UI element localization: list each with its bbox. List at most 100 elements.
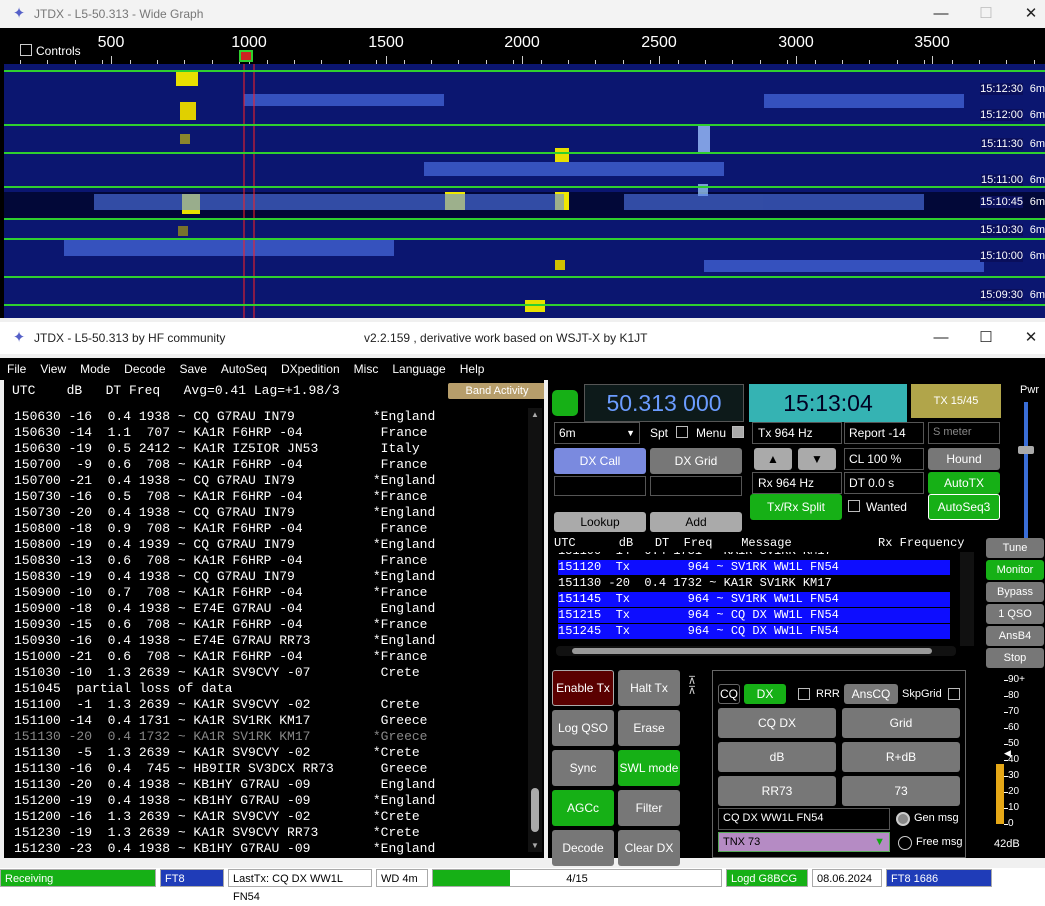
log-line[interactable]: 150630 -19 0.5 2412 ~ KA1R IZ5IOR JN53 I… xyxy=(14,441,420,457)
rx-list-scrollbar[interactable] xyxy=(960,552,974,646)
lookup-button[interactable]: Lookup xyxy=(554,512,646,532)
menu-item[interactable]: File xyxy=(0,362,33,376)
hound-button[interactable]: Hound xyxy=(928,448,1000,470)
log-line[interactable]: 151230 -19 1.3 2639 ~ KA1R SV9CVY RR73 *… xyxy=(14,825,420,841)
side-button-tune[interactable]: Tune xyxy=(986,538,1044,558)
log-line[interactable]: 151130 -16 0.4 745 ~ HB9IIR SV3DCX RR73 … xyxy=(14,761,427,777)
msg-button-4[interactable]: RR73 xyxy=(718,776,836,806)
scroll-down-icon[interactable]: ▼ xyxy=(531,841,539,850)
log-line[interactable]: 151000 -21 0.6 708 ~ KA1R F6HRP -04 *Fra… xyxy=(14,649,427,665)
autotx-button[interactable]: AutoTX xyxy=(928,472,1000,494)
rx-frequency-list[interactable]: 151100 -14 0.4 1731 ~ KA1R SV1RK KM17151… xyxy=(556,552,956,646)
dx-call-input[interactable] xyxy=(554,476,646,496)
side-button-stop[interactable]: Stop xyxy=(986,648,1044,668)
log-line[interactable]: 151200 -19 0.4 1938 ~ KB1HY G7RAU -09 *E… xyxy=(14,793,435,809)
side-button-monitor[interactable]: Monitor xyxy=(986,560,1044,580)
s-meter-field[interactable]: S meter xyxy=(928,422,1000,444)
txrx-split-button[interactable]: Tx/Rx Split xyxy=(750,494,842,520)
menu-item[interactable]: Decode xyxy=(117,362,172,376)
rx-frequency-spinbox[interactable]: Rx 964 Hz xyxy=(752,472,842,494)
log-line[interactable]: 151030 -10 1.3 2639 ~ KA1R SV9CVY -07 Cr… xyxy=(14,665,420,681)
dial-frequency[interactable]: 50.313 000 xyxy=(584,384,744,422)
maximize-button[interactable]: ☐ xyxy=(963,0,1009,28)
log-line[interactable]: 151100 -1 1.3 2639 ~ KA1R SV9CVY -02 Cre… xyxy=(14,697,420,713)
halt-tx-button[interactable]: Halt Tx xyxy=(618,670,680,706)
dx-grid-button[interactable]: DX Grid xyxy=(650,448,742,474)
rx-frequency-line[interactable]: 151120 Tx 964 ~ SV1RK WW1L FN54 xyxy=(558,560,950,575)
log-line[interactable]: 150730 -16 0.5 708 ~ KA1R F6HRP -04 *Fra… xyxy=(14,489,427,505)
log-line[interactable]: 150830 -19 0.4 1938 ~ CQ G7RAU IN79 *Eng… xyxy=(14,569,435,585)
rx-list-hscrollbar[interactable] xyxy=(556,646,956,656)
log-line[interactable]: 151045 partial loss of data xyxy=(14,681,232,697)
dx-button[interactable]: DX xyxy=(744,684,786,704)
decode-button[interactable]: Decode xyxy=(552,830,614,866)
log-line[interactable]: 150730 -20 0.4 1938 ~ CQ G7RAU IN79 *Eng… xyxy=(14,505,435,521)
close-button[interactable]: ✕ xyxy=(1008,324,1045,352)
tx-down-button[interactable]: ▼ xyxy=(798,448,836,470)
band-activity-panel[interactable]: UTC dB DT Freq Avg=0.41 Lag=+1.98/3 Band… xyxy=(4,380,544,858)
power-slider[interactable] xyxy=(1024,402,1028,552)
gen-msg-radio[interactable] xyxy=(896,812,910,826)
dx-grid-input[interactable] xyxy=(650,476,742,496)
wanted-checkbox[interactable] xyxy=(848,500,860,512)
filter-button[interactable]: Filter xyxy=(618,790,680,826)
log-line[interactable]: 150930 -15 0.6 708 ~ KA1R F6HRP -04 *Fra… xyxy=(14,617,427,633)
scroll-up-icon[interactable]: ▲ xyxy=(531,410,539,419)
tx-up-button[interactable]: ▲ xyxy=(754,448,792,470)
clear-dx-button[interactable]: Clear DX xyxy=(618,830,680,866)
log-line[interactable]: 150830 -13 0.6 708 ~ KA1R F6HRP -04 Fran… xyxy=(14,553,427,569)
scroll-thumb[interactable] xyxy=(531,788,539,832)
log-line[interactable]: 150630 -16 0.4 1938 ~ CQ G7RAU IN79 *Eng… xyxy=(14,409,435,425)
free-msg-radio[interactable] xyxy=(898,836,912,850)
log-line[interactable]: 151130 -20 0.4 1732 ~ KA1R SV1RK KM17 *G… xyxy=(14,729,427,745)
log-line[interactable]: 151200 -16 1.3 2639 ~ KA1R SV9CVY -02 *C… xyxy=(14,809,420,825)
msg-button-3[interactable]: R+dB xyxy=(842,742,960,772)
close-button[interactable]: ✕ xyxy=(1008,0,1045,28)
minimize-button[interactable]: — xyxy=(918,0,964,28)
collapse-arrows-icon[interactable]: ⊼ ⊼ xyxy=(688,676,696,697)
menu-item[interactable]: Mode xyxy=(73,362,117,376)
side-button-ansb4[interactable]: AnsB4 xyxy=(986,626,1044,646)
enable-tx-button[interactable]: Enable Tx xyxy=(552,670,614,706)
menu-item[interactable]: Misc xyxy=(347,362,386,376)
menu-item[interactable]: DXpedition xyxy=(274,362,347,376)
tx-frequency-spinbox[interactable]: Tx 964 Hz xyxy=(752,422,842,444)
maximize-button[interactable]: ☐ xyxy=(963,324,1009,352)
swl-mode-button[interactable]: SWL mode xyxy=(618,750,680,786)
tx-period-button[interactable]: TX 15/45 xyxy=(911,384,1001,418)
log-line[interactable]: 151100 -14 0.4 1731 ~ KA1R SV1RK KM17 Gr… xyxy=(14,713,427,729)
report-spinbox[interactable]: Report -14 xyxy=(844,422,924,444)
log-line[interactable]: 151130 -20 0.4 1938 ~ KB1HY G7RAU -09 En… xyxy=(14,777,435,793)
spt-checkbox[interactable] xyxy=(676,426,688,438)
sync-button[interactable]: Sync xyxy=(552,750,614,786)
tx-frequency-marker[interactable] xyxy=(239,50,253,62)
log-line[interactable]: 150630 -14 1.1 707 ~ KA1R F6HRP -04 Fran… xyxy=(14,425,427,441)
log-line[interactable]: 150930 -16 0.4 1938 ~ E74E G7RAU RR73 *E… xyxy=(14,633,435,649)
rx-frequency-line[interactable]: 151145 Tx 964 ~ SV1RK WW1L FN54 xyxy=(558,592,950,607)
menu-item[interactable]: AutoSeq xyxy=(214,362,274,376)
hscroll-thumb[interactable] xyxy=(572,648,932,654)
menu-item[interactable]: Language xyxy=(385,362,452,376)
log-line[interactable]: 150700 -9 0.6 708 ~ KA1R F6HRP -04 Franc… xyxy=(14,457,427,473)
band-activity-button[interactable]: Band Activity xyxy=(448,383,544,399)
free-msg-select[interactable]: TNX 73 ▼ xyxy=(718,832,890,852)
cq-button[interactable]: CQ xyxy=(718,684,740,704)
gen-msg-input[interactable]: CQ DX WW1L FN54 xyxy=(718,808,890,830)
msg-button-0[interactable]: CQ DX xyxy=(718,708,836,738)
band-select[interactable]: 6m ▼ xyxy=(554,422,640,444)
rx-frequency-line[interactable]: 151215 Tx 964 ~ CQ DX WW1L FN54 xyxy=(558,608,950,623)
log-line[interactable]: 150900 -10 0.7 708 ~ KA1R F6HRP -04 *Fra… xyxy=(14,585,427,601)
menu-item[interactable]: View xyxy=(33,362,73,376)
band-activity-scrollbar[interactable]: ▲ ▼ xyxy=(528,408,542,852)
rx-frequency-line[interactable]: 151100 -14 0.4 1731 ~ KA1R SV1RK KM17 xyxy=(558,552,950,559)
log-line[interactable]: 150700 -21 0.4 1938 ~ CQ G7RAU IN79 *Eng… xyxy=(14,473,435,489)
log-line[interactable]: 150800 -19 0.4 1939 ~ CQ G7RAU IN79 *Eng… xyxy=(14,537,435,553)
msg-button-5[interactable]: 73 xyxy=(842,776,960,806)
msg-button-2[interactable]: dB xyxy=(718,742,836,772)
autoseq3-button[interactable]: AutoSeq3 xyxy=(928,494,1000,520)
log-line[interactable]: 150900 -18 0.4 1938 ~ E74E G7RAU -04 Eng… xyxy=(14,601,435,617)
rx-frequency-line[interactable]: 151245 Tx 964 ~ CQ DX WW1L FN54 xyxy=(558,624,950,639)
log-line[interactable]: 151230 -23 0.4 1938 ~ KB1HY G7RAU -09 *E… xyxy=(14,841,435,857)
add-button[interactable]: Add xyxy=(650,512,742,532)
log-line[interactable]: 151130 -5 1.3 2639 ~ KA1R SV9CVY -02 *Cr… xyxy=(14,745,420,761)
